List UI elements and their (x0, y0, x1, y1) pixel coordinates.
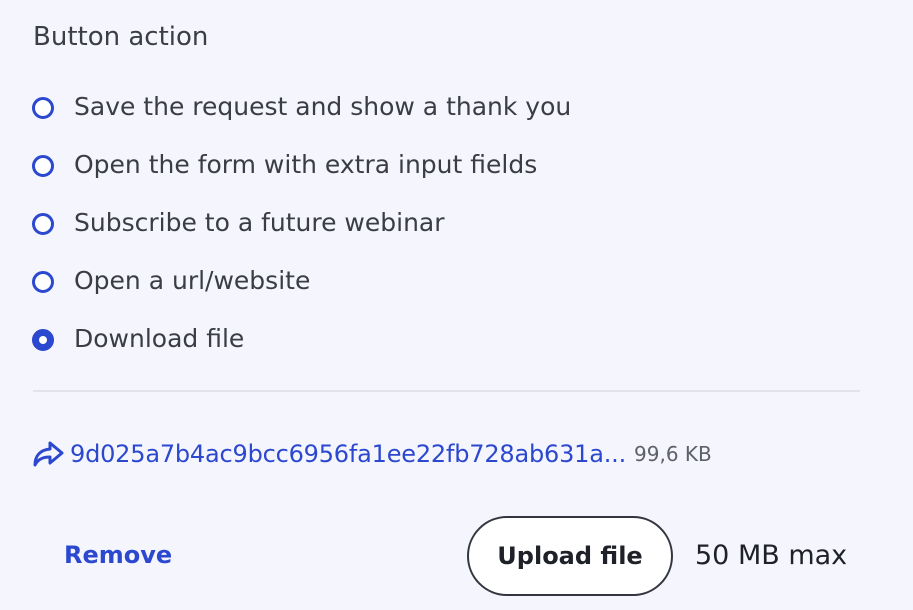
radio-button[interactable] (32, 271, 54, 293)
section-divider (33, 390, 860, 392)
radio-button[interactable] (32, 213, 54, 235)
button-action-radio-group: Save the request and show a thank you Op… (32, 78, 571, 368)
section-title: Button action (33, 22, 209, 52)
radio-option-subscribe-webinar[interactable]: Subscribe to a future webinar (32, 194, 571, 252)
file-size: 99,6 KB (634, 442, 712, 466)
radio-option-download-file[interactable]: Download file (32, 310, 571, 368)
uploaded-file-row: 9d025a7b4ac9bcc6956fa1ee22fb728ab631a...… (32, 436, 712, 472)
radio-option-open-form[interactable]: Open the form with extra input fields (32, 136, 571, 194)
radio-label: Open the form with extra input fields (74, 150, 538, 179)
radio-option-open-url[interactable]: Open a url/website (32, 252, 571, 310)
radio-button[interactable] (32, 155, 54, 177)
max-size-label: 50 MB max (695, 540, 848, 571)
remove-button[interactable]: Remove (64, 537, 172, 573)
file-download-link[interactable]: 9d025a7b4ac9bcc6956fa1ee22fb728ab631a... (70, 440, 626, 468)
radio-label: Download file (74, 324, 245, 353)
radio-label: Open a url/website (74, 266, 311, 295)
upload-file-button[interactable]: Upload file (467, 516, 673, 596)
radio-button-selected[interactable] (32, 329, 54, 351)
radio-button[interactable] (32, 97, 54, 119)
share-icon (32, 439, 66, 469)
radio-option-save-request[interactable]: Save the request and show a thank you (32, 78, 571, 136)
radio-label: Save the request and show a thank you (74, 92, 572, 121)
radio-label: Subscribe to a future webinar (74, 208, 445, 237)
